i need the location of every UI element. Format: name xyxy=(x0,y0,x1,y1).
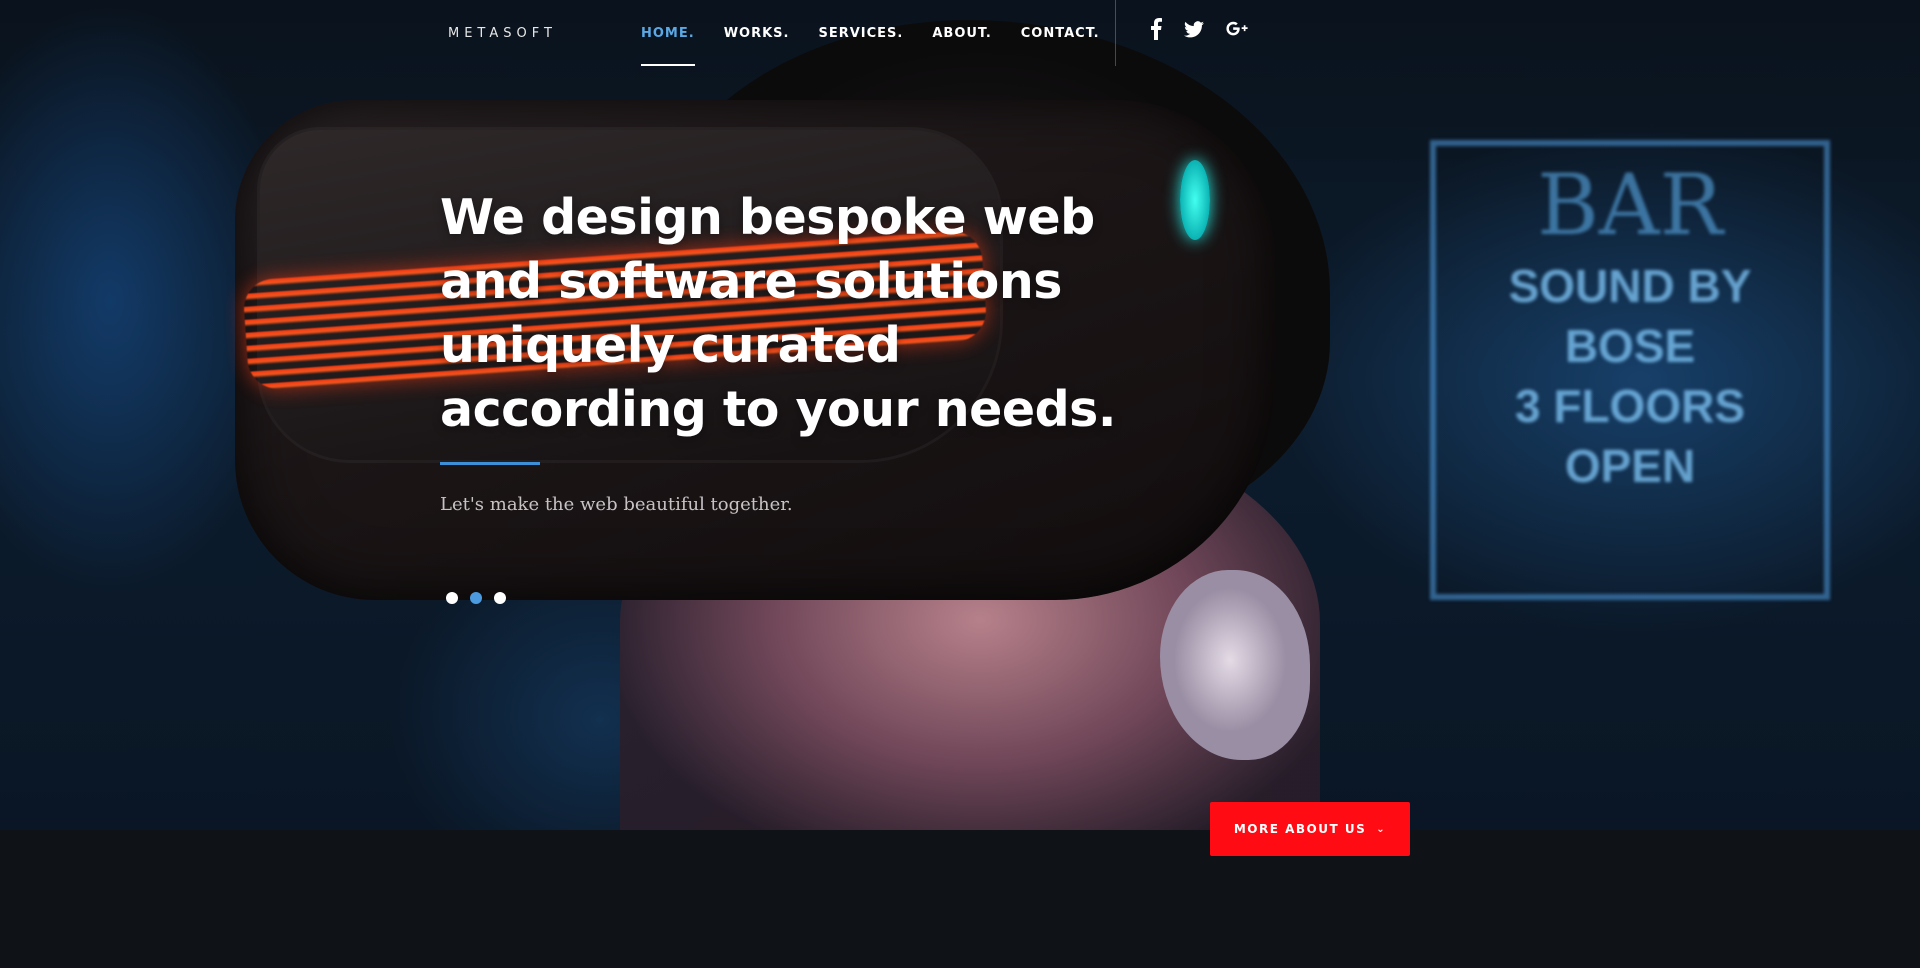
slider-dot-1[interactable] xyxy=(446,592,458,604)
chevron-down-icon: ⌄ xyxy=(1376,823,1387,835)
cta-label: MORE ABOUT US xyxy=(1233,822,1367,836)
facebook-icon[interactable] xyxy=(1150,18,1162,40)
footer-band xyxy=(0,830,1920,968)
nav-item-about[interactable]: ABOUT. xyxy=(932,26,991,41)
google-plus-icon[interactable] xyxy=(1226,19,1248,39)
twitter-icon[interactable] xyxy=(1184,20,1204,38)
hero-subline: Let's make the web beautiful together. xyxy=(440,494,793,515)
slider-dots xyxy=(446,592,506,604)
logo[interactable]: METASOFT xyxy=(448,26,557,41)
top-nav: METASOFT HOME. WORKS. SERVICES. ABOUT. C… xyxy=(0,0,1920,66)
headset-light xyxy=(1180,160,1210,240)
nav-item-contact[interactable]: CONTACT. xyxy=(1021,26,1100,41)
nav-divider xyxy=(1115,0,1116,66)
nav-item-services[interactable]: SERVICES. xyxy=(818,26,903,41)
neon-sign-image: BAR SOUND BY BOSE 3 FLOORS OPEN xyxy=(1430,140,1830,600)
social-links xyxy=(1150,18,1248,40)
accent-divider xyxy=(440,462,540,465)
slider-dot-3[interactable] xyxy=(494,592,506,604)
main-menu: HOME. WORKS. SERVICES. ABOUT. CONTACT. xyxy=(641,26,1100,66)
more-about-us-button[interactable]: MORE ABOUT US ⌄ xyxy=(1210,802,1410,856)
nav-item-works[interactable]: WORKS. xyxy=(724,26,790,41)
nav-item-home[interactable]: HOME. xyxy=(641,26,695,66)
slider-dot-2[interactable] xyxy=(470,592,482,604)
hero-headline: We design bespoke web and software solut… xyxy=(440,189,1116,438)
